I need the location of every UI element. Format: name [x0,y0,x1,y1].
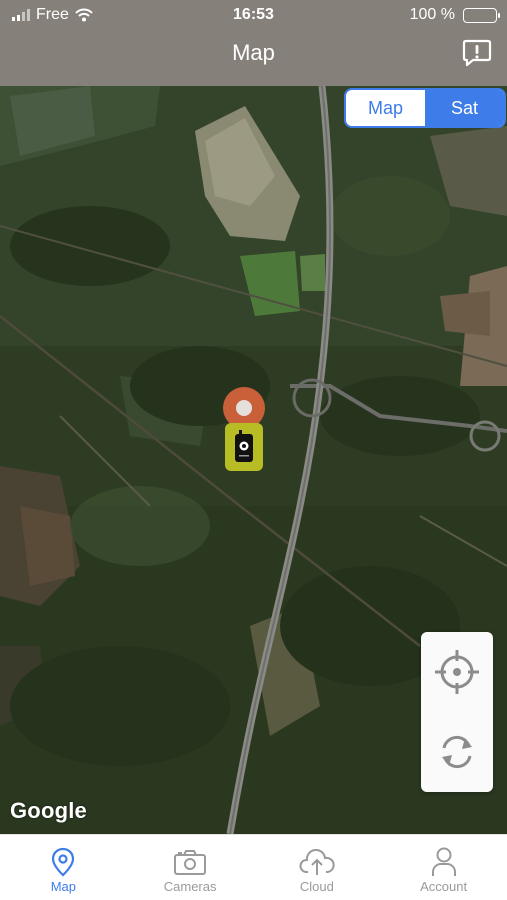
google-attribution: Google [10,798,87,823]
map-type-toggle: Map Sat [344,88,506,128]
tab-label: Map [50,879,77,894]
cloud-upload-icon [299,849,335,875]
battery-percent: 100 % [409,6,455,23]
tab-account[interactable]: Account [380,835,507,900]
map-type-option-sat[interactable]: Sat [425,90,504,126]
refresh-icon [442,735,472,769]
camera-icon [174,850,207,875]
person-icon [431,847,456,876]
tab-label: Cameras [163,879,217,894]
tab-map[interactable]: Map [0,835,127,900]
crosshair-icon [435,650,479,694]
satellite-map[interactable]: Map Sat Google [0,86,507,834]
tab-label: Account [420,879,468,894]
recenter-button[interactable] [421,632,493,712]
map-controls [421,632,493,792]
map-pin-icon [52,847,75,877]
map-type-option-map[interactable]: Map [346,90,425,126]
status-right: 100 % [409,6,500,24]
tab-bar: Map Cameras Cloud Account [0,834,507,900]
refresh-button[interactable] [421,712,493,792]
tab-cloud[interactable]: Cloud [254,835,381,900]
navigation-header: Free 16:53 100 % Map [0,0,507,86]
battery-icon [463,7,500,23]
trail-camera-icon [235,430,253,462]
tab-cameras[interactable]: Cameras [127,835,254,900]
page-title: Map [232,40,275,65]
trail-camera-marker[interactable] [225,423,263,471]
tab-label: Cloud [299,879,334,894]
exclamation-bubble-icon[interactable] [461,37,493,69]
status-bar: Free 16:53 100 % [0,6,507,28]
